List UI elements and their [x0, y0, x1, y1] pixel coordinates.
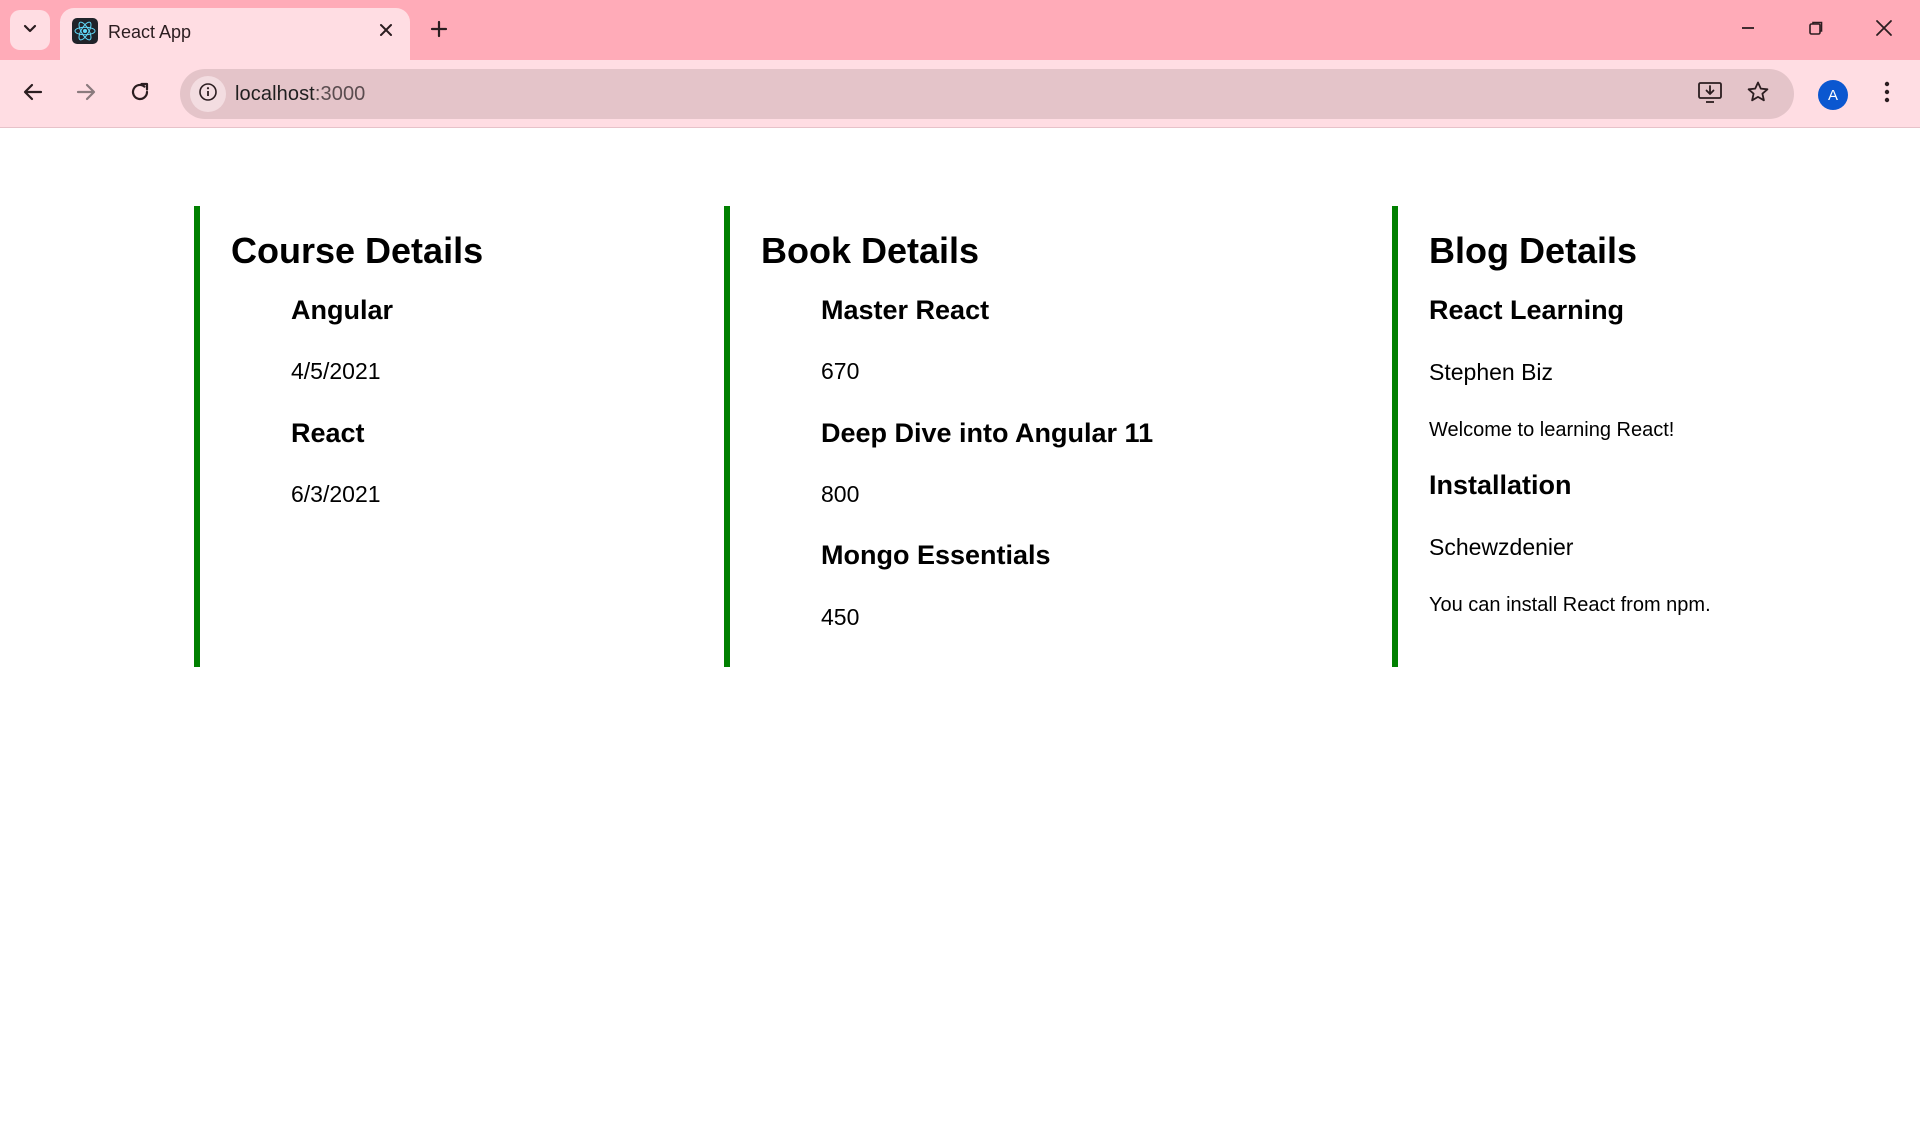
bookmark-button[interactable]	[1742, 78, 1774, 110]
profile-avatar[interactable]: A	[1818, 80, 1848, 110]
more-vertical-icon	[1884, 81, 1890, 108]
blog-details-panel: Blog Details React Learning Stephen Biz …	[1392, 206, 1912, 667]
arrow-right-icon	[75, 81, 97, 108]
book-name: Master React	[821, 295, 990, 325]
star-icon	[1746, 80, 1770, 109]
address-bar[interactable]: localhost:3000	[180, 69, 1794, 119]
blog-author: Stephen Biz	[1429, 359, 1554, 385]
browser-tab[interactable]: React App	[60, 8, 410, 60]
page-content: Course Details Angular 4/5/2021 React 6/…	[0, 129, 1920, 1121]
book-name: Mongo Essentials	[821, 540, 1051, 570]
tab-close-button[interactable]	[372, 18, 400, 46]
minimize-icon	[1740, 20, 1756, 41]
blog-title: React Learning	[1429, 295, 1625, 325]
minimize-button[interactable]	[1726, 10, 1770, 50]
info-icon	[198, 82, 218, 107]
browser-menu-button[interactable]	[1870, 76, 1904, 112]
blog-content: Welcome to learning React!	[1429, 419, 1675, 441]
install-app-button[interactable]	[1694, 78, 1726, 110]
forward-button[interactable]	[66, 74, 106, 114]
reload-icon	[129, 81, 151, 108]
book-details-panel: Book Details Master React 670 Deep Dive …	[724, 206, 1393, 667]
restore-icon	[1808, 20, 1824, 41]
url-port: :3000	[314, 83, 366, 105]
restore-button[interactable]	[1794, 10, 1838, 50]
course-name: Angular	[291, 295, 394, 325]
blog-details-heading: Blog Details	[1429, 230, 1638, 271]
course-date: 6/3/2021	[291, 481, 381, 507]
close-icon	[1875, 19, 1893, 42]
course-name: React	[291, 418, 365, 448]
tab-strip: React App	[0, 0, 1920, 60]
new-tab-button[interactable]	[422, 14, 456, 48]
blog-author: Schewzdenier	[1429, 534, 1574, 560]
site-info-button[interactable]	[190, 76, 226, 112]
reload-button[interactable]	[120, 74, 160, 114]
book-price: 800	[821, 481, 860, 507]
url-text[interactable]: localhost:3000	[235, 83, 365, 106]
tab-search-button[interactable]	[10, 10, 50, 50]
react-logo-icon	[72, 18, 98, 44]
avatar-letter: A	[1827, 86, 1838, 104]
book-name: Deep Dive into Angular 11	[821, 418, 1154, 448]
course-details-panel: Course Details Angular 4/5/2021 React 6/…	[194, 206, 724, 667]
back-button[interactable]	[13, 74, 53, 114]
course-date: 4/5/2021	[291, 358, 381, 384]
close-window-button[interactable]	[1862, 10, 1906, 50]
course-details-heading: Course Details	[231, 230, 484, 271]
close-icon	[379, 23, 393, 42]
arrow-left-icon	[22, 81, 44, 108]
book-price: 450	[821, 604, 860, 630]
blog-title: Installation	[1429, 470, 1572, 500]
book-details-heading: Book Details	[761, 230, 980, 271]
plus-icon	[430, 20, 448, 43]
install-icon	[1697, 80, 1723, 109]
blog-content: You can install React from npm.	[1429, 594, 1711, 616]
url-host: localhost	[235, 83, 315, 105]
chevron-down-icon	[22, 20, 38, 41]
tab-title: React App	[108, 22, 192, 42]
book-price: 670	[821, 358, 860, 384]
browser-toolbar: localhost:3000 A	[0, 60, 1920, 128]
